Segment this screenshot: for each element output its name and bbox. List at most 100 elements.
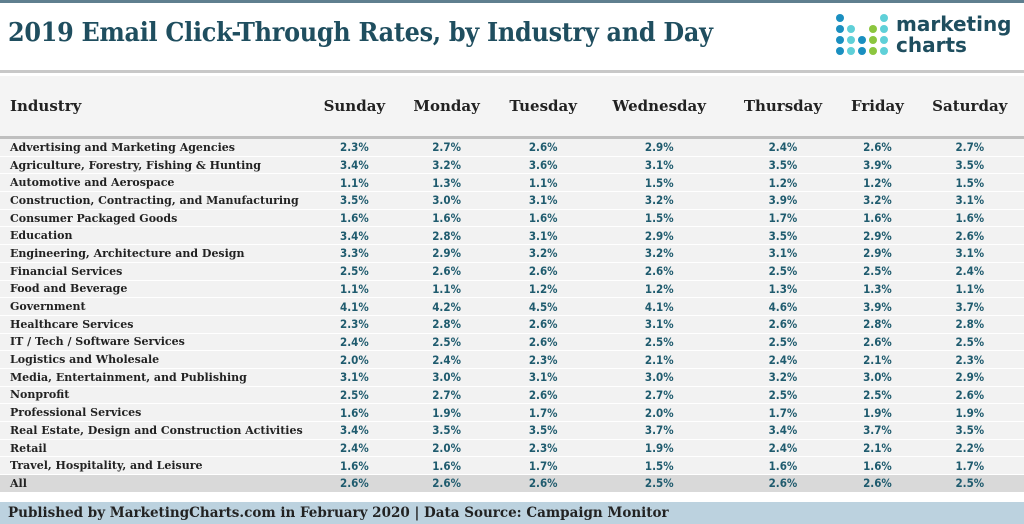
ctr-value-wednesday: 2.6% [591, 262, 727, 281]
table-row: Healthcare Services 2.3% 2.8% 2.6% 3.1% 2.6% 2… [0, 315, 1024, 334]
ctr-value-thursday: 2.4% [726, 350, 840, 369]
table-row: Advertising and Marketing Agencies 2.3% 2.… [0, 137, 1024, 157]
ctr-value-monday: 2.7% [398, 386, 495, 405]
table-row: Logistics and Wholesale 2.0% 2.4% 2.3% 2.1% 2… [0, 350, 1024, 369]
ctr-value-friday: 1.2% [839, 173, 916, 193]
ctr-value-wednesday: 3.1% [591, 156, 727, 175]
ctr-value-saturday: 2.4% [915, 262, 1024, 281]
industry-label: Automotive and Aerospace [0, 173, 310, 193]
ctr-value-monday: 3.2% [398, 156, 495, 175]
ctr-value-friday: 2.6% [839, 137, 916, 157]
table-row: Nonprofit 2.5% 2.7% 2.6% 2.7% 2.5% 2.5% 2.6% [0, 386, 1024, 405]
ctr-value-thursday: 3.9% [726, 191, 840, 210]
title-divider [0, 70, 1024, 73]
ctr-value-friday: 2.6% [839, 333, 916, 352]
ctr-value-thursday: 2.5% [726, 333, 840, 352]
ctr-value-friday: 2.1% [839, 350, 916, 369]
ctr-value-friday: 2.5% [839, 386, 916, 405]
column-header-sunday: Sunday [310, 76, 399, 139]
ctr-value-tuesday: 1.2% [494, 280, 592, 299]
logo-dot [836, 14, 844, 22]
ctr-value-friday: 1.6% [839, 456, 916, 476]
logo-line2: charts [896, 33, 967, 57]
table-row: Construction, Contracting, and Manufactu… [0, 191, 1024, 210]
ctr-value-monday: 2.0% [398, 439, 495, 458]
ctr-value-wednesday: 1.5% [591, 456, 727, 476]
industry-label: Financial Services [0, 262, 310, 281]
industry-label: Travel, Hospitality, and Leisure [0, 456, 310, 476]
ctr-value-wednesday: 3.7% [591, 421, 727, 440]
ctr-value-friday: 1.6% [839, 209, 916, 228]
logo-dot [880, 25, 888, 33]
industry-label: Construction, Contracting, and Manufactu… [0, 191, 310, 210]
industry-label: IT / Tech / Software Services [0, 333, 310, 352]
ctr-value-sunday: 2.0% [310, 350, 399, 369]
industry-label: Logistics and Wholesale [0, 350, 310, 369]
table-row: Professional Services 1.6% 1.9% 1.7% 2.0% 1.7… [0, 403, 1024, 422]
ctr-value-tuesday: 1.7% [494, 456, 592, 476]
table-row: Engineering, Architecture and Design 3.3%… [0, 244, 1024, 263]
ctr-value-sunday: 2.6% [310, 474, 399, 493]
table-row: Food and Beverage 1.1% 1.1% 1.2% 1.2% 1.3% 1.3… [0, 280, 1024, 299]
ctr-value-saturday: 2.6% [915, 386, 1024, 405]
ctr-value-tuesday: 4.5% [494, 297, 592, 316]
logo-dot [847, 36, 855, 44]
ctr-value-thursday: 1.3% [726, 280, 840, 299]
ctr-value-sunday: 2.3% [310, 315, 399, 334]
ctr-value-tuesday: 3.1% [494, 191, 592, 210]
ctr-value-wednesday: 2.0% [591, 403, 727, 422]
industry-label: Healthcare Services [0, 315, 310, 334]
ctr-value-thursday: 1.7% [726, 403, 840, 422]
ctr-value-monday: 2.8% [398, 226, 495, 246]
ctr-value-friday: 2.9% [839, 226, 916, 246]
ctr-value-sunday: 2.3% [310, 137, 399, 157]
logo-dot [836, 25, 844, 33]
table-row: Real Estate, Design and Construction Act… [0, 421, 1024, 440]
ctr-value-saturday: 1.5% [915, 173, 1024, 193]
ctr-value-thursday: 3.2% [726, 368, 840, 387]
logo-dot [858, 47, 866, 55]
ctr-value-friday: 3.2% [839, 191, 916, 210]
ctr-value-saturday: 3.5% [915, 156, 1024, 175]
ctr-value-tuesday: 3.1% [494, 368, 592, 387]
ctr-value-wednesday: 1.9% [591, 439, 727, 458]
footer-source: Published by MarketingCharts.com in Febr… [8, 505, 669, 521]
table-row: Government 4.1% 4.2% 4.5% 4.1% 4.6% 3.9% 3.7% [0, 297, 1024, 316]
logo-dot [869, 25, 877, 33]
ctr-value-monday: 2.9% [398, 244, 495, 263]
ctr-value-friday: 3.9% [839, 297, 916, 316]
table-row: Travel, Hospitality, and Leisure 1.6% 1.6%… [0, 456, 1024, 476]
ctr-value-tuesday: 2.6% [494, 315, 592, 334]
logo-line1: marketing [896, 12, 1012, 36]
ctr-value-sunday: 4.1% [310, 297, 399, 316]
ctr-value-monday: 3.5% [398, 421, 495, 440]
ctr-value-wednesday: 1.2% [591, 280, 727, 299]
ctr-value-monday: 1.3% [398, 173, 495, 193]
ctr-value-monday: 2.4% [398, 350, 495, 369]
ctr-value-friday: 3.0% [839, 368, 916, 387]
logo-dot [869, 47, 877, 55]
ctr-value-saturday: 3.1% [915, 244, 1024, 263]
industry-label: All [0, 474, 310, 493]
ctr-value-sunday: 3.4% [310, 156, 399, 175]
ctr-value-saturday: 1.6% [915, 209, 1024, 228]
ctr-value-sunday: 1.1% [310, 280, 399, 299]
ctr-value-friday: 1.9% [839, 403, 916, 422]
ctr-value-monday: 2.6% [398, 262, 495, 281]
ctr-value-friday: 2.1% [839, 439, 916, 458]
ctr-value-monday: 1.9% [398, 403, 495, 422]
ctr-value-monday: 2.8% [398, 315, 495, 334]
ctr-value-wednesday: 1.5% [591, 173, 727, 193]
ctr-value-saturday: 3.5% [915, 421, 1024, 440]
ctr-value-friday: 3.9% [839, 156, 916, 175]
ctr-value-tuesday: 1.1% [494, 173, 592, 193]
ctr-value-thursday: 3.5% [726, 156, 840, 175]
column-header-tuesday: Tuesday [494, 76, 592, 139]
ctr-value-sunday: 3.5% [310, 191, 399, 210]
column-header-friday: Friday [839, 76, 916, 139]
table-row: Agriculture, Forestry, Fishing & Hunting… [0, 156, 1024, 175]
ctr-value-sunday: 1.6% [310, 403, 399, 422]
ctr-value-saturday: 2.3% [915, 350, 1024, 369]
ctr-value-tuesday: 2.6% [494, 386, 592, 405]
ctr-value-saturday: 2.2% [915, 439, 1024, 458]
